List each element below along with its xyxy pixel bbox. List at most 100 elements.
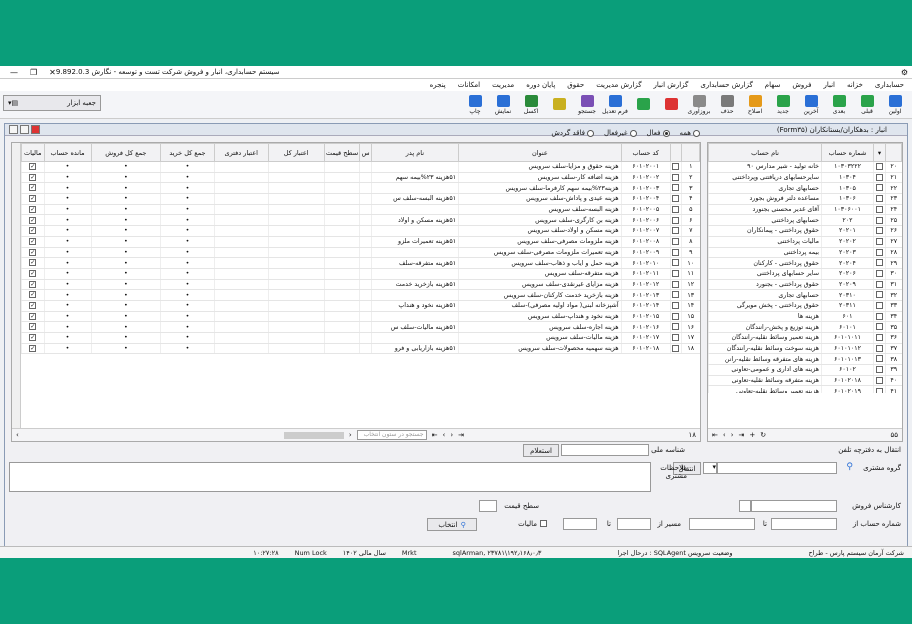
row-checkbox[interactable] — [873, 225, 886, 237]
row-checkbox[interactable] — [873, 236, 886, 248]
row-checkbox[interactable] — [873, 289, 886, 301]
tax-checkbox[interactable]: ✓ — [21, 204, 44, 216]
toolbar-button[interactable]: اکسل — [518, 92, 544, 118]
col-account-no[interactable]: شماره حساب — [821, 143, 874, 162]
table-row[interactable]: ۹ ۶۰۱۰۲۰۰۹ هزینه تعمیرات ملزومات مصرفی-سلف… — [21, 247, 700, 259]
toolbar-button[interactable]: بروزآوری — [686, 92, 712, 118]
row-checkbox[interactable] — [669, 257, 682, 269]
select-button[interactable]: ⚲ انتخاب — [427, 518, 477, 531]
tax-checkbox[interactable]: ✓ — [21, 257, 44, 269]
row-checkbox[interactable] — [669, 332, 682, 344]
toolbar-button[interactable]: جدید — [770, 92, 796, 118]
menu-item[interactable]: انبار — [823, 81, 835, 89]
tax-checkbox[interactable]: ✓ — [21, 311, 44, 323]
row-checkbox[interactable] — [873, 193, 886, 205]
table-row[interactable]: ۲ ۶۰۱۰۲۰۰۲ هزینه اضافه کار-سلف سرویس ۵۱هزین… — [21, 172, 700, 184]
toolbar-button[interactable]: قبلی — [854, 92, 880, 118]
row-checkbox[interactable] — [873, 321, 886, 333]
tax-checkbox[interactable] — [540, 520, 547, 527]
toolbar-button[interactable]: بعدی — [826, 92, 852, 118]
row-checkbox[interactable] — [669, 204, 682, 216]
table-row[interactable]: ۲۳ ۱۰۳۰۶ مساعده دلتر فروش بجورد — [708, 193, 902, 205]
form-max-icon[interactable] — [20, 125, 29, 134]
menu-item[interactable]: حسابداری — [875, 81, 904, 89]
table-row[interactable]: ۳۲ ۲۰۳۱۰ حسابهای تجاری — [708, 289, 902, 301]
dropdown-arrow-icon[interactable]: ▾▤ — [8, 99, 18, 107]
form-minimize-icon[interactable] — [9, 125, 18, 134]
tax-checkbox[interactable]: ✓ — [21, 214, 44, 227]
table-row[interactable]: ۱۲ ۶۰۱۰۲۰۱۲ هزینه مزایای غیرنقدی-سلف سرویس… — [21, 279, 700, 291]
col-check[interactable] — [669, 143, 683, 162]
path-to-field[interactable] — [563, 518, 597, 530]
row-checkbox[interactable] — [873, 300, 886, 312]
form-close-icon[interactable] — [31, 125, 40, 134]
table-row[interactable]: ۱۵ ۶۰۱۰۲۰۱۵ هزینه نخود و هنداپ-سلف سرویس • •… — [21, 311, 700, 323]
table-row[interactable]: ۳۵ ۶۰۱۰۱ هزینه توزیع و پخش-رانندگان — [708, 321, 902, 333]
tax-checkbox[interactable]: ✓ — [21, 225, 44, 237]
table-row[interactable]: ۳۹ ۶۰۱۰۲ هزینه های اداری و عمومی-تعاونی — [708, 364, 902, 376]
tax-checkbox[interactable]: ✓ — [21, 268, 44, 280]
first-icon[interactable]: ⇤ — [712, 431, 718, 439]
prev-icon[interactable]: ‹ — [443, 431, 446, 439]
customer-notes-field[interactable] — [9, 462, 651, 492]
menu-item[interactable]: پنجره — [430, 81, 446, 89]
menu-item[interactable]: حقوق — [567, 81, 584, 89]
col-parent-name[interactable]: نام پدر — [370, 143, 460, 162]
table-row[interactable]: ۱۶ ۶۰۱۰۲۰۱۶ هزینه اجاره-سلف سرویس ۵۱هزینه م… — [21, 321, 700, 333]
table-row[interactable]: ۲۲ ۱۰۳۰۵ حسابهای تجاری — [708, 182, 902, 195]
toolbar-button[interactable]: اولین — [882, 92, 908, 118]
row-checkbox[interactable] — [669, 300, 682, 312]
col-account-code[interactable]: کد حساب — [620, 143, 671, 162]
table-row[interactable]: ۷ ۶۰۱۰۲۰۰۷ هزینه مسکن و اولاد-سلف سرویس • • •… — [21, 225, 700, 237]
table-row[interactable]: ۳۷ ۶۰۱۰۱۰۱۲ هزینه سوخت وسائط نقلیه-رانندگا… — [708, 343, 902, 355]
toolbox[interactable]: ▾▤ جعبه ابزار — [3, 95, 101, 111]
scroll-right-icon[interactable]: › — [349, 431, 352, 439]
col-total-credit[interactable]: اعتبار کل — [267, 143, 325, 162]
table-row[interactable]: ۲۶ ۲۰۲۰۱ حقوق پرداختنی - پیمانکاران — [708, 225, 902, 237]
table-row[interactable]: ۲۴ ۱۰۳۰۶۰۰۱ آقای غدیر محسنی بجنورد — [708, 204, 902, 216]
col-price-level[interactable]: سطح قیمت — [323, 143, 361, 162]
col-s[interactable]: س — [359, 143, 372, 162]
row-checkbox[interactable] — [873, 375, 886, 387]
next-icon[interactable]: › — [450, 431, 453, 439]
filter-inactive[interactable]: غیرفعال — [604, 129, 637, 137]
table-row[interactable]: ۲۵ ۲۰۲ حسابهای پرداختنی — [708, 214, 902, 227]
filter-all[interactable]: همه — [680, 129, 700, 137]
scroll-left-icon[interactable]: ‹ — [16, 431, 19, 439]
close-icon[interactable]: ✕ — [49, 68, 56, 77]
toolbar-button[interactable]: جستجو — [574, 92, 600, 118]
inquiry-button[interactable]: استعلام — [523, 444, 559, 457]
hscrollbar[interactable] — [283, 431, 344, 439]
table-row[interactable]: ۲۱ ۱۰۳۰۴ سایرحسابهای دریافتنی وپرداختنی — [708, 172, 902, 184]
row-checkbox[interactable] — [669, 182, 682, 195]
tax-checkbox[interactable]: ✓ — [21, 193, 44, 205]
table-row[interactable]: ۳۸ ۶۰۱۰۱۰۱۳ هزینه های متفرقه وسائط نقلیه-ر… — [708, 353, 902, 366]
tax-checkbox[interactable]: ✓ — [21, 161, 44, 173]
col-balance[interactable]: مانده حساب — [43, 143, 92, 162]
row-checkbox[interactable] — [873, 257, 886, 269]
menu-item[interactable]: مدیریت — [492, 81, 514, 89]
vertical-scrollbar[interactable] — [12, 143, 21, 428]
row-checkbox[interactable] — [669, 311, 682, 323]
col-total-purchase[interactable]: جمع کل خرید — [160, 143, 215, 162]
account-from-field[interactable] — [771, 518, 837, 530]
col-book-credit[interactable]: اعتبار دفتری — [213, 143, 269, 162]
binoculars-icon[interactable]: ⚲ — [846, 462, 853, 472]
tax-checkbox[interactable]: ✓ — [21, 321, 44, 333]
row-checkbox[interactable] — [873, 332, 886, 344]
first-icon[interactable]: ⇤ — [432, 431, 438, 439]
tax-checkbox[interactable]: ✓ — [21, 279, 44, 291]
table-row[interactable]: ۳۳ ۲۰۳۱۱ حقوق پرداختنی - پخش مویرگی — [708, 300, 902, 312]
add-icon[interactable]: + — [749, 431, 755, 439]
table-row[interactable]: ۴۰ ۶۰۱۰۲۰۱۸ هزینه متفرقه وسائط نقلیه-تعاون… — [708, 375, 902, 387]
sales-expert-combo[interactable] — [739, 500, 751, 512]
national-id-field[interactable] — [561, 444, 649, 456]
menu-item[interactable]: سهام — [765, 81, 781, 89]
row-checkbox[interactable] — [873, 279, 886, 291]
table-row[interactable]: ۳۱ ۲۰۲۰۹ حقوق پرداختنی - بجنورد — [708, 279, 902, 291]
toolbar-button[interactable]: حذف — [714, 92, 740, 118]
customer-group-combo[interactable]: ▾ — [703, 462, 717, 474]
minimize-icon[interactable]: — — [10, 68, 18, 77]
col-total-sales[interactable]: جمع کل فروش — [90, 143, 162, 162]
table-row[interactable]: ۳۴ ۶۰۱ هزینه ها — [708, 311, 902, 323]
